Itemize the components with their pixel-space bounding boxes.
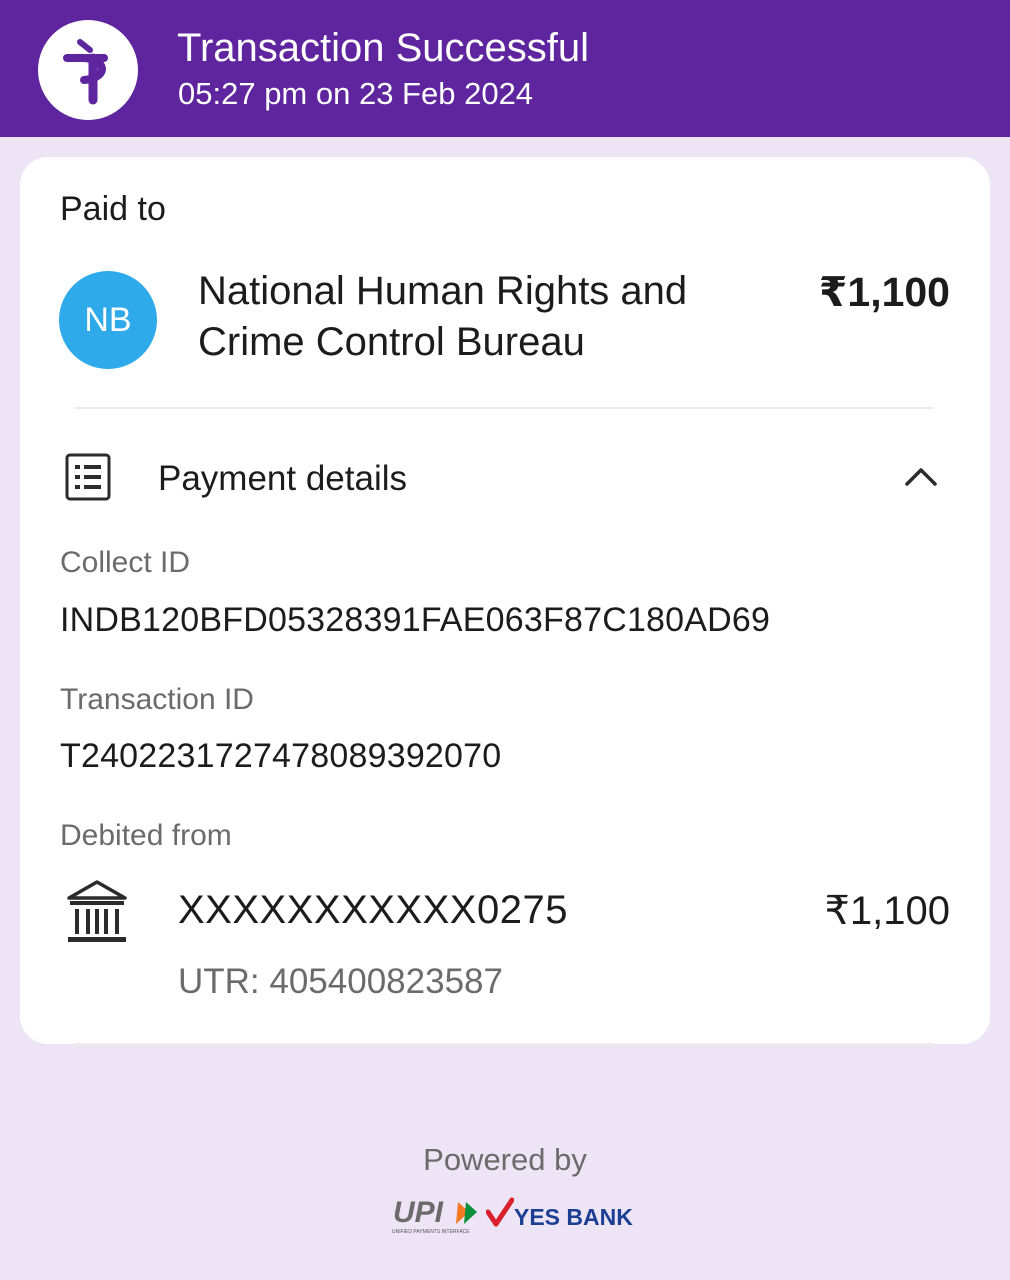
receipt-list-icon [64,452,112,507]
paid-to-label: Paid to [60,190,166,228]
debited-from-label: Debited from [60,819,232,852]
yes-bank-tick-icon [486,1197,514,1227]
transaction-timestamp: 05:27 pm on 23 Feb 2024 [178,76,534,111]
transaction-id-label: Transaction ID [60,683,254,716]
debit-account-number: XXXXXXXXXXX0275 [178,888,568,932]
payment-details-title[interactable]: Payment details [158,459,407,499]
utr-number[interactable]: UTR: 405400823587 [178,962,503,1002]
upi-logo-icon: UPI UNIFIED PAYMENTS INTERFACE [392,1196,477,1235]
divider [74,1043,934,1045]
payee-name: National Human Rights and Crime Control … [198,269,688,364]
payee-avatar: NB [59,271,157,369]
paid-amount: ₹1,100 [818,269,950,315]
collect-id-label: Collect ID [60,546,191,579]
svg-text:UNIFIED PAYMENTS INTERFACE: UNIFIED PAYMENTS INTERFACE [392,1229,470,1235]
divider [74,407,934,409]
debit-amount: ₹1,100 [824,889,950,933]
yes-bank-logo-text: YES BANK [514,1204,633,1230]
transaction-status-title: Transaction Successful [177,26,590,70]
bank-icon [66,879,128,950]
svg-text:UPI: UPI [393,1196,444,1229]
phonepe-logo-icon [38,20,138,120]
collect-id-value[interactable]: INDB120BFD05328391FAE063F87C180AD69 [60,601,770,640]
header-bar: Transaction Successful 05:27 pm on 23 Fe… [0,0,1010,137]
transaction-id-value[interactable]: T2402231727478089392070 [60,737,501,776]
chevron-up-icon[interactable] [903,464,939,493]
powered-by-label: Powered by [423,1142,587,1177]
